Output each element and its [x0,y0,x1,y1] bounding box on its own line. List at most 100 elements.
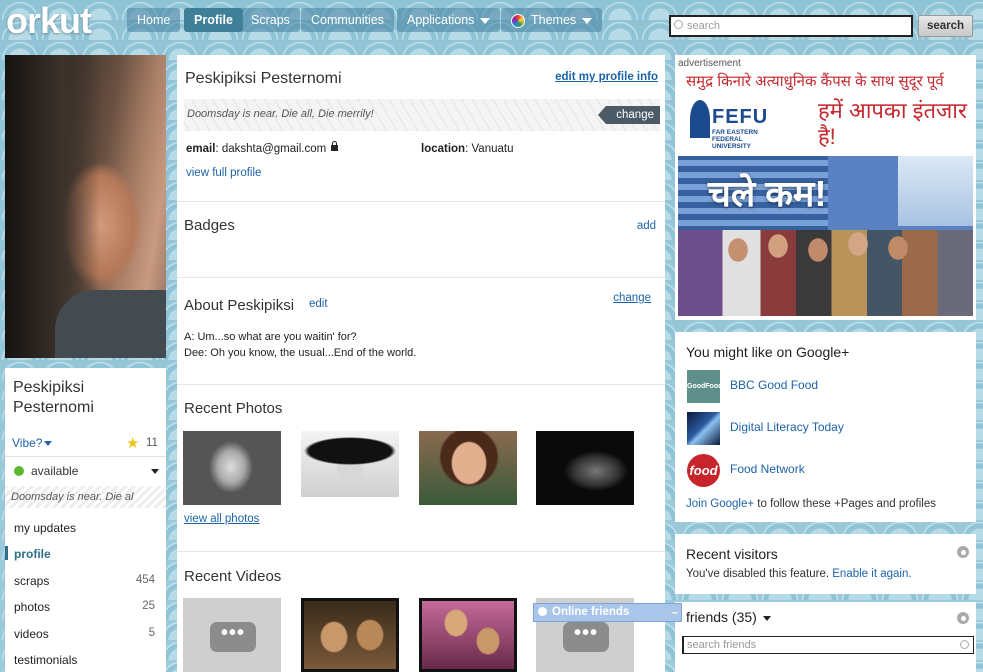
search-button[interactable]: search [918,15,973,37]
ad-slogan: चले कम! [708,173,827,214]
profile-main: Peskipiksi Pesternomi edit my profile in… [177,55,665,672]
enable-visitors-link[interactable]: Enable it again. [832,568,911,580]
join-google-plus-link[interactable]: Join Google+ [686,498,754,510]
profile-last-name: Pesternomi [13,399,94,416]
photo-thumbnail[interactable] [536,431,634,505]
advertisement-label: advertisement [678,58,741,69]
video-thumbnail[interactable] [419,598,517,672]
about-line: A: Um...so what are you waitin' for? [184,331,357,343]
view-full-profile-link[interactable]: view full profile [186,167,261,179]
edit-profile-link[interactable]: edit my profile info [555,71,658,83]
sidebar-item-profile[interactable]: profile [14,547,51,561]
photo-thumbnail[interactable] [183,431,281,505]
friends-count-label: friends (35) [686,609,757,625]
chevron-down-icon [762,615,771,621]
email-info: email: dakshta@gmail.com [186,141,339,155]
divider [177,277,665,278]
status-selector[interactable]: available [31,464,78,478]
join-google-plus-text: Join Google+ to follow these +Pages and … [686,498,936,510]
photo-thumbnail[interactable] [301,431,399,497]
divider [177,201,665,202]
video-thumbnail[interactable]: ••• [183,598,281,672]
about-text: A: Um...so what are you waitin' for? Dee… [184,330,416,361]
friends-card: friends (35) search friends [675,602,976,672]
vibe-label: Vibe? [12,436,43,450]
profile-photo[interactable] [5,55,166,358]
bbc-good-food-icon[interactable]: GoodFood [687,370,720,403]
chevron-down-icon [44,441,53,447]
search-input[interactable]: search [669,15,913,37]
chat-bubble-icon [538,607,547,616]
chevron-down-icon[interactable] [151,469,159,474]
nav-applications-label: Applications [407,13,475,27]
ad-people-image [678,230,973,316]
recent-visitors-title: Recent visitors [686,546,778,562]
nav-scraps[interactable]: Scraps [241,8,300,32]
nav-themes-label: Themes [531,13,577,27]
online-friends-bar[interactable]: Online friends – [533,603,682,622]
food-network-icon[interactable]: food [687,454,720,487]
gear-icon[interactable] [957,546,969,558]
orkut-logo[interactable]: orkut [6,0,92,42]
about-edit-link[interactable]: edit [309,298,328,310]
about-change-link[interactable]: change [613,292,651,304]
google-plus-suggestions: You might like on Google+ GoodFood BBC G… [675,332,976,522]
sidebar-item-photos[interactable]: photos [14,600,50,614]
photos-count: 25 [142,600,155,612]
top-bar: orkut Home Profile Scraps Communities Ap… [0,0,983,44]
ad-sky-image [898,156,973,226]
page-link-food-network[interactable]: Food Network [730,462,805,476]
online-friends-label: Online friends [552,606,630,618]
divider [5,456,166,457]
status-message-bar: Doomsday is near. Die all, Die merrily! … [184,99,660,131]
nav-profile[interactable]: Profile [184,8,243,32]
photo-shirt-shape [55,290,166,358]
sidebar-item-testimonials[interactable]: testimonials [14,653,77,667]
friends-search-input[interactable]: search friends [682,636,974,654]
recent-visitors-message: You've disabled this feature. [686,568,833,580]
sidebar-item-my-updates[interactable]: my updates [14,521,76,535]
search-icon [960,640,969,649]
scraps-count: 454 [135,574,155,586]
ad-logo-text: FEFU [712,106,769,128]
gear-icon[interactable] [957,612,969,624]
change-status-button[interactable]: change [598,106,660,124]
view-all-photos-link[interactable]: view all photos [184,513,259,525]
nav-themes[interactable]: Themes [501,8,603,32]
status-message-text: Doomsday is near. Die al [11,491,134,503]
divider [177,384,665,385]
location-info: location: Vanuatu [421,143,514,155]
about-title: About Peskipiksi [184,297,295,314]
video-placeholder-icon: ••• [563,622,609,652]
sidebar-item-videos[interactable]: videos [14,627,49,641]
photo-thumbnail[interactable] [419,431,517,505]
profile-name[interactable]: Peskipiksi Pesternomi [13,378,94,418]
recent-videos-title: Recent Videos [184,568,282,585]
video-thumbnail[interactable] [301,598,399,672]
google-plus-title: You might like on Google+ [686,344,850,360]
chevron-down-icon [480,17,491,24]
fefu-logo-icon [690,100,710,138]
location-label: location [421,143,466,155]
nav-communities[interactable]: Communities [301,8,394,32]
sidebar-item-scraps[interactable]: scraps [14,574,49,588]
badges-title: Badges [184,217,235,234]
status-message-field[interactable]: Doomsday is near. Die al [5,486,166,508]
add-badge-link[interactable]: add [637,220,656,232]
video-placeholder-icon: ••• [210,622,256,652]
friends-title[interactable]: friends (35) [686,609,771,625]
digital-literacy-icon[interactable] [687,412,720,445]
divider [177,551,665,552]
page-link-bbc-good-food[interactable]: BBC Good Food [730,378,818,392]
chevron-down-icon [582,17,593,24]
friends-search-placeholder: search friends [687,639,757,651]
page-link-digital-literacy[interactable]: Digital Literacy Today [730,420,844,434]
nav-home[interactable]: Home [127,8,181,32]
advertisement-banner[interactable]: समुद्र किनारे अत्याधुनिक कैंपस के साथ सु… [678,70,973,316]
nav-applications[interactable]: Applications [397,8,501,32]
recent-visitors-text: You've disabled this feature. Enable it … [686,568,912,580]
minimize-icon[interactable]: – [671,604,678,621]
recent-photos-title: Recent Photos [184,400,283,417]
search-icon [674,20,683,29]
vibe-dropdown[interactable]: Vibe? [12,436,53,450]
